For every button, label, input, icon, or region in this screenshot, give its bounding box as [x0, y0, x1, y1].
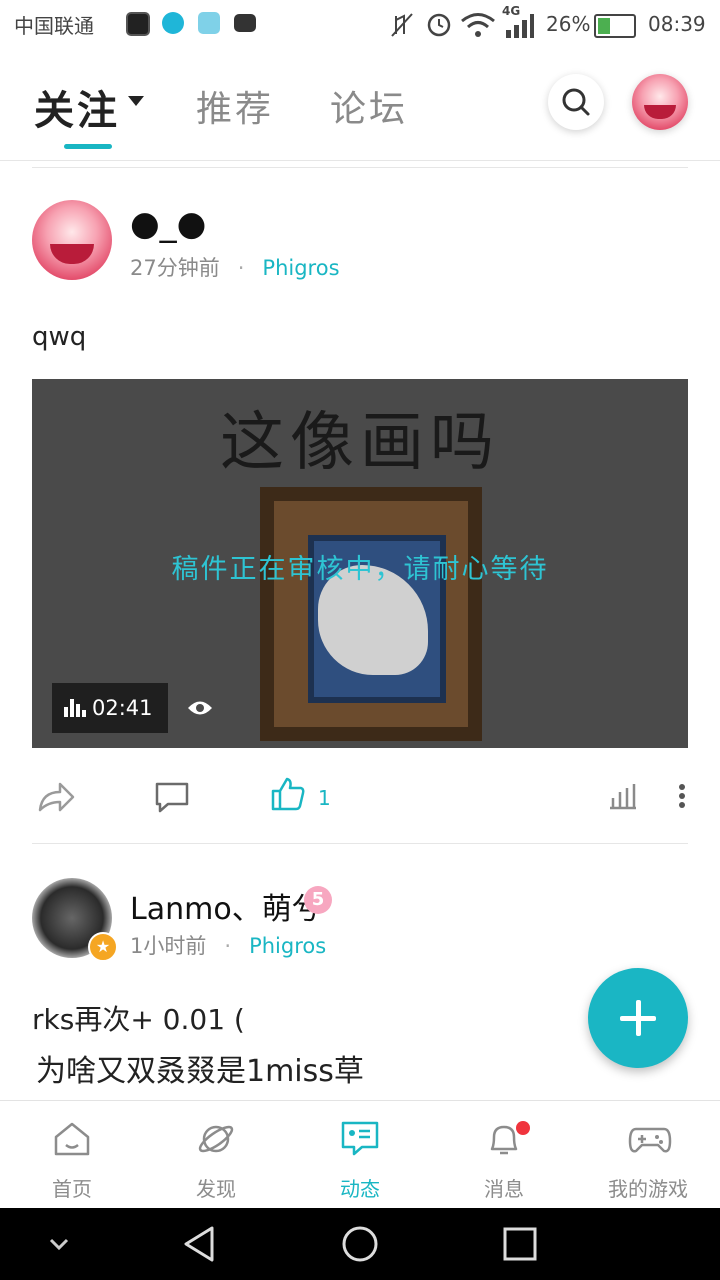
gamepad-icon	[628, 1127, 672, 1153]
recent-apps-icon[interactable]	[500, 1224, 540, 1264]
tab-recommend[interactable]: 推荐	[196, 80, 274, 132]
planet-icon	[198, 1125, 234, 1153]
post-game-tag[interactable]: Phigros	[249, 934, 326, 958]
post-text-line: rks再次+ 0.01 (	[32, 1003, 245, 1036]
post-time: 27分钟前	[130, 256, 220, 280]
create-post-button[interactable]	[588, 968, 688, 1068]
more-options-icon[interactable]	[676, 782, 688, 812]
post-game-tag[interactable]: Phigros	[262, 256, 339, 280]
post-time: 1小时前	[130, 934, 207, 958]
tab-forum[interactable]: 论坛	[330, 80, 408, 132]
post-meta: 27分钟前 · Phigros	[130, 256, 340, 280]
nav-label: 动态	[340, 1177, 380, 1201]
header-divider	[0, 160, 720, 161]
video-duration: 02:41	[92, 696, 153, 720]
video-duration-badge: 02:41	[52, 683, 168, 733]
post-text-line: 为啥又双叒叕是1miss草	[36, 1054, 364, 1089]
top-tab-bar: 关注 推荐 论坛	[0, 50, 720, 160]
search-button[interactable]	[548, 74, 604, 130]
like-icon[interactable]	[270, 776, 306, 812]
nav-label: 首页	[52, 1177, 92, 1201]
nav-item-my-games[interactable]: 我的游戏	[576, 1101, 720, 1209]
cell-signal-icon	[506, 14, 534, 38]
battery-icon	[594, 14, 636, 38]
wifi-icon	[461, 13, 495, 37]
carrier-label: 中国联通	[14, 14, 94, 38]
hide-keyboard-chevron-icon[interactable]	[46, 1234, 72, 1254]
user-avatar[interactable]	[632, 74, 688, 130]
post-author-name[interactable]: ●_●	[130, 204, 206, 244]
post-divider	[32, 843, 688, 844]
app-notification-icon	[126, 12, 150, 36]
nav-label: 消息	[484, 1177, 524, 1201]
mute-icon	[391, 13, 413, 37]
clapper-notification-icon	[234, 14, 256, 32]
bottom-nav: 首页 发现 动态 消息 我的游戏	[0, 1100, 720, 1209]
clock-app-notification-icon	[162, 12, 184, 34]
like-count: 1	[318, 786, 331, 810]
post-text: qwq	[32, 322, 87, 352]
dropdown-caret-icon[interactable]	[128, 96, 144, 106]
share-icon[interactable]	[36, 780, 76, 814]
active-tab-indicator	[64, 144, 112, 149]
video-frame-title: 这像画吗	[220, 406, 500, 480]
nav-item-feed[interactable]: 动态	[288, 1101, 432, 1209]
vip-star-badge: ★	[88, 932, 118, 962]
review-notice: 稿件正在审核中，请耐心等待	[171, 554, 549, 585]
feed-top-divider	[32, 167, 688, 168]
status-bar: 中国联通 4G 26% 08:39	[0, 0, 720, 50]
post-author-avatar[interactable]	[32, 200, 112, 280]
tab-following[interactable]: 关注	[34, 78, 120, 136]
system-nav-bar	[0, 1208, 720, 1280]
nav-item-messages[interactable]: 消息	[432, 1101, 576, 1209]
alarm-icon	[427, 13, 451, 37]
stats-icon[interactable]	[608, 780, 638, 810]
nav-label: 发现	[196, 1177, 236, 1201]
back-icon[interactable]	[180, 1224, 220, 1264]
search-icon	[562, 88, 590, 116]
home-circle-icon[interactable]	[340, 1224, 380, 1264]
clock-time: 08:39	[648, 12, 706, 36]
level-badge: 5	[304, 886, 332, 914]
nav-item-discover[interactable]: 发现	[144, 1101, 288, 1209]
post-meta: 1小时前 · Phigros	[130, 934, 327, 958]
notification-dot	[516, 1121, 530, 1135]
comment-icon[interactable]	[154, 780, 190, 814]
stats-bars-icon	[64, 699, 86, 717]
feed-icon	[341, 1121, 379, 1156]
nav-item-home[interactable]: 首页	[0, 1101, 144, 1209]
video-painting-frame	[260, 487, 482, 741]
view-eye-icon	[188, 701, 212, 715]
mail-notification-icon	[198, 12, 220, 34]
post-author-name[interactable]: Lanmo、萌兮	[130, 884, 322, 928]
home-icon	[54, 1122, 90, 1156]
battery-percent: 26%	[546, 12, 591, 36]
nav-label: 我的游戏	[608, 1177, 688, 1201]
video-player[interactable]: 这像画吗 稿件正在审核中，请耐心等待 02:41	[32, 379, 688, 748]
